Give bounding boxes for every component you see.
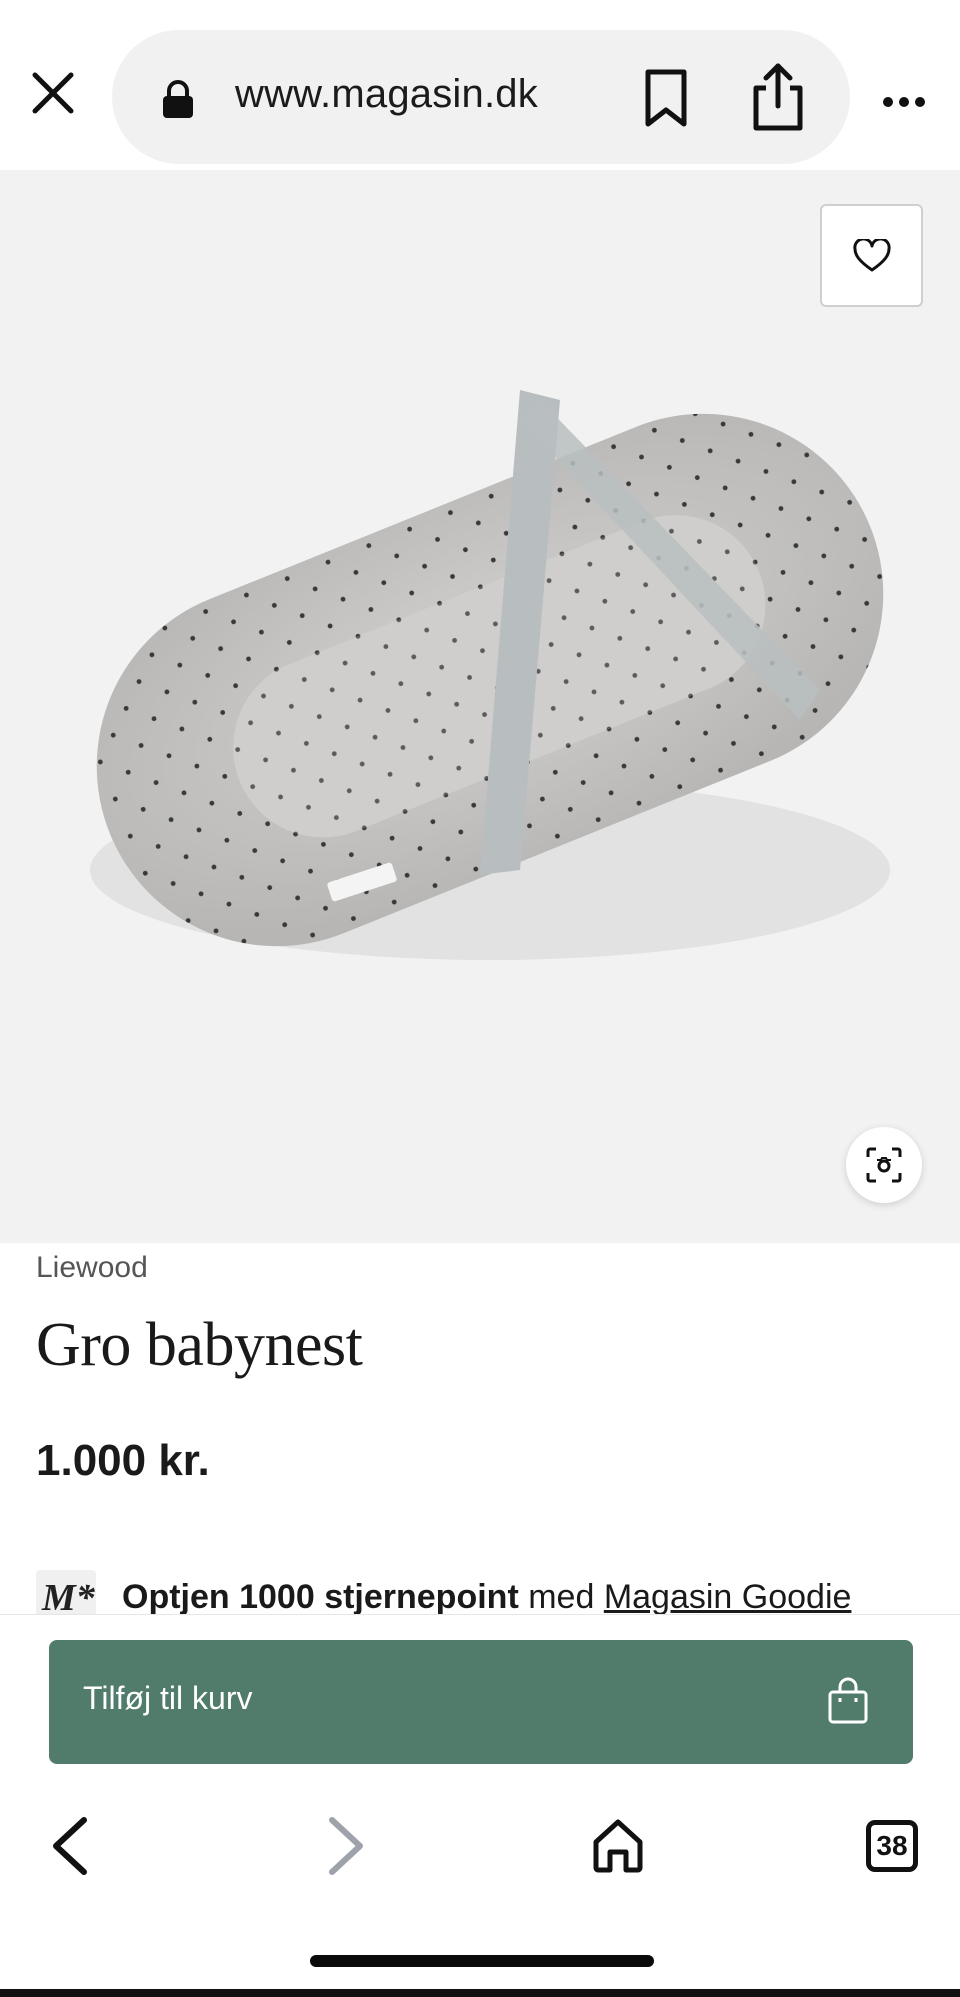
lock-icon bbox=[163, 80, 193, 118]
close-button[interactable] bbox=[24, 64, 82, 122]
product-title: Gro babynest bbox=[36, 1311, 363, 1379]
favorite-button[interactable] bbox=[820, 204, 923, 307]
home-indicator bbox=[310, 1955, 654, 1967]
goodie-link[interactable]: Magasin Goodie bbox=[604, 1578, 852, 1614]
points-connector-text: med bbox=[518, 1578, 604, 1614]
visual-search-button[interactable] bbox=[846, 1127, 922, 1203]
visual-search-icon bbox=[866, 1147, 902, 1183]
chevron-left-icon[interactable] bbox=[46, 1814, 96, 1878]
magasin-logo: M* bbox=[36, 1570, 96, 1614]
points-amount-text: Optjen 1000 stjernepoint bbox=[122, 1578, 519, 1614]
close-icon bbox=[32, 72, 74, 114]
bookmark-icon[interactable] bbox=[640, 68, 692, 128]
loyalty-points-row: M* Optjen 1000 stjernepoint med Magasin … bbox=[0, 1560, 960, 1614]
product-brand[interactable]: Liewood bbox=[36, 1251, 148, 1285]
share-icon[interactable] bbox=[748, 62, 808, 132]
screen-bottom-edge bbox=[0, 1989, 960, 1997]
points-text: Optjen 1000 stjernepoint med Magasin Goo… bbox=[122, 1578, 851, 1614]
home-icon[interactable] bbox=[590, 1818, 646, 1874]
tabs-button[interactable]: 38 bbox=[866, 1820, 918, 1872]
chevron-right-icon[interactable] bbox=[320, 1814, 370, 1878]
product-price: 1.000 kr. bbox=[36, 1436, 210, 1485]
shopping-bag-icon[interactable] bbox=[826, 1676, 870, 1726]
url-text[interactable]: www.magasin.dk bbox=[235, 72, 538, 117]
more-icon[interactable] bbox=[880, 80, 932, 116]
add-to-cart-label[interactable]: Tilføj til kurv bbox=[83, 1680, 252, 1717]
heart-icon bbox=[852, 238, 891, 271]
product-image[interactable] bbox=[0, 170, 960, 1243]
